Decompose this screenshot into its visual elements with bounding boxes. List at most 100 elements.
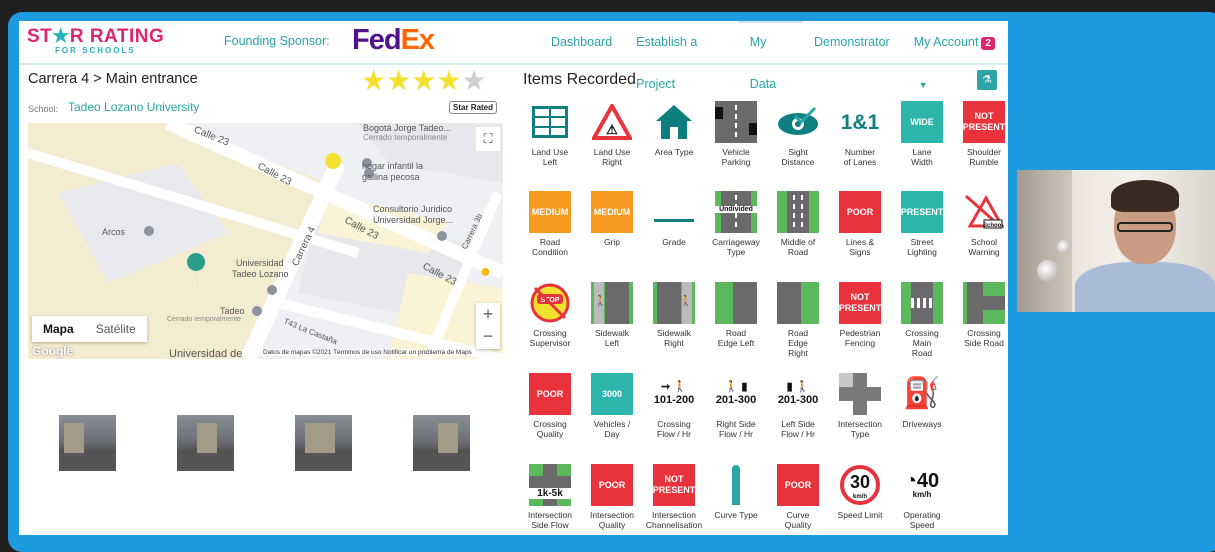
item-street-lighting[interactable]: PRESENT Street Lighting xyxy=(891,191,953,277)
item-sidewalk-left[interactable]: 🚶 Sidewalk Left xyxy=(581,282,643,368)
vehicle-parking-icon xyxy=(715,101,757,143)
video-call-participant xyxy=(1017,170,1215,312)
fedex-logo: FedEx xyxy=(352,24,435,56)
item-number-of-lanes[interactable]: 1&1 Number of Lanes xyxy=(829,101,891,187)
item-driveways[interactable]: ⛽ Driveways xyxy=(891,373,953,459)
school-link[interactable]: Tadeo Lozano University xyxy=(68,100,199,114)
item-operating-speed[interactable]: ◔40 km/h Operating Speed xyxy=(891,464,953,535)
item-crossing-main-road[interactable]: Crossing Main Road xyxy=(891,282,953,368)
school-label: School: xyxy=(28,104,59,114)
item-label: Grip xyxy=(603,237,621,247)
zoom-out-button[interactable]: − xyxy=(476,325,500,347)
item-label: Operating Speed xyxy=(903,510,941,530)
item-label: Sidewalk Right xyxy=(656,328,692,348)
number-of-lanes-icon: 1&1 xyxy=(840,110,880,134)
item-land-use-left[interactable]: Land Use Left xyxy=(519,101,581,187)
item-lane-width[interactable]: WIDE Lane Width xyxy=(891,101,953,187)
item-intersection-type[interactable]: Intersection Type xyxy=(829,373,891,459)
item-curve-quality[interactable]: POOR Curve Quality xyxy=(767,464,829,535)
item-intersection-channelisation[interactable]: NOT PRESENT Intersection Channelisation xyxy=(643,464,705,535)
nav-demonstrator[interactable]: Demonstrator xyxy=(802,21,902,65)
map-view[interactable]: Bogotá Jorge Tadeo... Cerrado temporalme… xyxy=(28,123,503,359)
road-edge-right-icon xyxy=(777,282,819,324)
item-land-use-right[interactable]: ⚠ Land Use Right xyxy=(581,101,643,187)
nav-my-data[interactable]: My Data xyxy=(737,21,803,91)
sidewalk-right-icon: 🚶 xyxy=(653,282,695,324)
nav-dashboard[interactable]: Dashboard xyxy=(539,21,624,65)
item-grip[interactable]: MEDIUM Grip xyxy=(581,191,643,277)
map-type-map-button[interactable]: Mapa xyxy=(32,316,85,342)
star-rating-logo[interactable]: ST★R RATING FOR SCHOOLS xyxy=(27,25,167,61)
intersection-side-flow-icon: 1k-5k xyxy=(529,464,571,506)
item-pedestrian-fencing[interactable]: NOT PRESENT Pedestrian Fencing xyxy=(829,282,891,368)
intersection-channelisation-icon: NOT PRESENT xyxy=(653,464,695,506)
pegman-icon[interactable]: ● xyxy=(480,261,491,282)
item-label: Lane Width xyxy=(911,147,933,167)
map-label: Universidad xyxy=(236,258,284,268)
photo-thumbnail[interactable] xyxy=(59,415,116,471)
item-vehicle-parking[interactable]: Vehicle Parking xyxy=(705,101,767,187)
item-crossing-flow-hr[interactable]: ➞ 🚶 101-200 Crossing Flow / Hr xyxy=(643,373,705,459)
item-speed-limit[interactable]: 30 km/h Speed Limit xyxy=(829,464,891,535)
lamp-decoration xyxy=(1057,240,1071,254)
item-crossing-supervisor[interactable]: STOP Crossing Supervisor xyxy=(519,282,581,368)
item-school-warning[interactable]: School School Warning xyxy=(953,191,1008,277)
item-vehicles-day[interactable]: 3000 Vehicles / Day xyxy=(581,373,643,459)
map-type-satellite-button[interactable]: Satélite xyxy=(85,316,147,342)
item-road-edge-left[interactable]: Road Edge Left xyxy=(705,282,767,368)
item-label: Shoulder Rumble xyxy=(966,147,1002,167)
grade-icon xyxy=(653,191,695,233)
zoom-in-button[interactable]: + xyxy=(476,303,500,325)
item-sidewalk-right[interactable]: 🚶 Sidewalk Right xyxy=(643,282,705,368)
star-icon: ★ xyxy=(436,65,462,96)
location-title: Carrera 4 > Main entrance xyxy=(28,71,198,87)
item-label: Intersection Side Flow xyxy=(528,510,572,530)
star-icon: ★ xyxy=(411,65,437,96)
item-label: Sight Distance xyxy=(781,147,815,167)
item-label: Curve Type xyxy=(714,510,758,520)
item-label: Area Type xyxy=(654,147,694,157)
item-label: Land Use Left xyxy=(531,147,569,167)
item-right-side-flow-hr[interactable]: 🚶 ▮ 201-300 Right Side Flow / Hr xyxy=(705,373,767,459)
item-sight-distance[interactable]: Sight Distance xyxy=(767,101,829,187)
photo-thumbnail[interactable] xyxy=(413,415,470,471)
flask-icon[interactable]: ⚗ xyxy=(977,70,997,90)
item-road-edge-right[interactable]: Road Edge Right xyxy=(767,282,829,368)
item-label: Carriageway Type xyxy=(712,237,760,257)
svg-text:School: School xyxy=(983,223,1003,229)
item-middle-of-road[interactable]: Middle of Road xyxy=(767,191,829,277)
item-grade[interactable]: Grade xyxy=(643,191,705,277)
item-label: Intersection Type xyxy=(838,419,882,439)
fullscreen-icon[interactable]: ⛶ xyxy=(476,127,500,151)
star-rating: ★ ★ ★ ★ ★ xyxy=(361,67,487,95)
item-road-condition[interactable]: MEDIUM Road Condition xyxy=(519,191,581,277)
item-curve-type[interactable]: Curve Type xyxy=(705,464,767,535)
nav-my-account[interactable]: My Account 2▼ xyxy=(902,21,1008,90)
photo-thumbnail[interactable] xyxy=(295,415,352,471)
item-shoulder-rumble[interactable]: NOT PRESENT Shoulder Rumble xyxy=(953,101,1008,187)
eye-icon xyxy=(777,101,819,143)
lamp-decoration xyxy=(1037,260,1059,282)
pedestrian-fencing-icon: NOT PRESENT xyxy=(839,282,881,324)
item-area-type[interactable]: Area Type xyxy=(643,101,705,187)
crossing-side-road-icon xyxy=(963,282,1005,324)
item-lines-signs[interactable]: POOR Lines & Signs xyxy=(829,191,891,277)
photo-thumbnail[interactable] xyxy=(177,415,234,471)
item-label: Vehicle Parking xyxy=(721,147,751,167)
item-left-side-flow-hr[interactable]: ▮ 🚶 201-300 Left Side Flow / Hr xyxy=(767,373,829,459)
map-label: Tadeo xyxy=(220,306,245,316)
sponsor-label: Founding Sponsor: xyxy=(224,34,330,48)
fuel-pump-icon: ⛽ xyxy=(903,377,941,410)
item-intersection-quality[interactable]: POOR Intersection Quality xyxy=(581,464,643,535)
nav-establish-project[interactable]: Establish a Project xyxy=(624,21,738,91)
map-label: Cerrado temporalmente xyxy=(167,316,241,323)
lines-signs-icon: POOR xyxy=(839,191,881,233)
item-label: Crossing Side Road xyxy=(964,328,1004,348)
place-pin-arcos xyxy=(144,226,154,236)
item-crossing-quality[interactable]: POOR Crossing Quality xyxy=(519,373,581,459)
item-intersection-side-flow[interactable]: 1k-5k Intersection Side Flow xyxy=(519,464,581,535)
item-crossing-side-road[interactable]: Crossing Side Road xyxy=(953,282,1008,368)
map-footer[interactable]: Datos de mapas ©2021 Términos de uso Not… xyxy=(260,349,475,356)
logo-text-a: ST xyxy=(27,26,53,47)
item-carriageway-type[interactable]: Undivided Carriageway Type xyxy=(705,191,767,277)
